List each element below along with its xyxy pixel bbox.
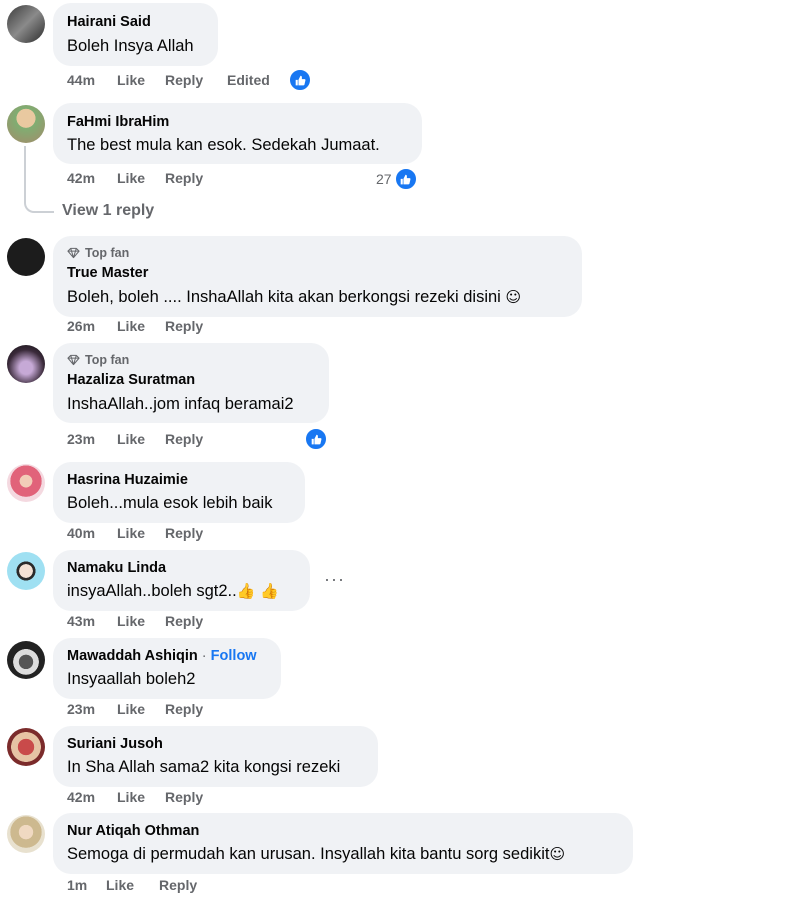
comment-bubble: Hasrina Huzaimie Boleh...mula esok lebih… <box>53 462 305 523</box>
comment-bubble: Mawaddah Ashiqin · Follow Insyaallah bol… <box>53 638 281 699</box>
top-fan-badge: Top fan <box>67 245 568 261</box>
reaction-count[interactable] <box>305 428 327 450</box>
reaction-number: 27 <box>376 171 392 187</box>
comment-time[interactable]: 26m <box>67 318 117 334</box>
comment-time[interactable]: 43m <box>67 613 117 629</box>
reply-button[interactable]: Reply <box>165 613 227 629</box>
comment-actions: 42m Like Reply <box>67 170 227 186</box>
comment-text: The best mula kan esok. Sedekah Jumaat. <box>67 136 380 154</box>
thumbs-up-emoji: 👍 👍 <box>236 582 279 600</box>
reply-button[interactable]: Reply <box>159 877 221 893</box>
comment-actions: 44m Like Reply Edited <box>67 72 287 88</box>
comment-text: Boleh, boleh .... InshaAllah kita akan b… <box>67 286 568 308</box>
separator-dot: · <box>197 648 211 664</box>
smile-emoji: ☺ <box>505 288 522 306</box>
reply-button[interactable]: Reply <box>165 170 227 186</box>
comment-text-body: Boleh, boleh .... InshaAllah kita akan b… <box>67 288 501 306</box>
top-fan-label: Top fan <box>85 246 130 260</box>
reply-button[interactable]: Reply <box>165 318 227 334</box>
comment-bubble: Hairani Said Boleh Insya Allah <box>53 3 218 66</box>
edited-label[interactable]: Edited <box>227 72 287 88</box>
avatar[interactable] <box>7 641 45 679</box>
comment-time[interactable]: 42m <box>67 789 117 805</box>
like-button[interactable]: Like <box>117 170 165 186</box>
comment-time[interactable]: 23m <box>67 431 117 447</box>
comment-time[interactable]: 1m <box>67 877 106 893</box>
like-thumb-icon <box>305 428 327 450</box>
top-fan-label: Top fan <box>85 353 130 367</box>
comment-author[interactable]: Suriani Jusoh <box>67 735 364 753</box>
like-button[interactable]: Like <box>117 789 165 805</box>
reaction-count[interactable]: 27 <box>376 168 417 190</box>
comment-actions: 23m Like Reply <box>67 431 227 447</box>
thread-line <box>24 146 54 213</box>
reply-button[interactable]: Reply <box>165 431 227 447</box>
comment-text: Boleh...mula esok lebih baik <box>67 494 273 512</box>
view-replies-link[interactable]: View 1 reply <box>62 202 154 220</box>
like-thumb-icon <box>394 168 417 190</box>
comment-bubble: Namaku Linda insyaAllah..boleh sgt2..👍 👍 <box>53 550 310 611</box>
comment-time[interactable]: 40m <box>67 525 117 541</box>
avatar[interactable] <box>7 815 45 853</box>
comment-author[interactable]: Hairani Said <box>67 13 204 31</box>
like-button[interactable]: Like <box>117 613 165 629</box>
like-button[interactable]: Like <box>106 877 159 893</box>
follow-button[interactable]: Follow <box>211 648 257 664</box>
comment-author[interactable]: Mawaddah Ashiqin <box>67 648 198 664</box>
comment-actions: 42m Like Reply <box>67 789 227 805</box>
avatar[interactable] <box>7 238 45 276</box>
comment-time[interactable]: 44m <box>67 72 117 88</box>
comment-author-line: Mawaddah Ashiqin · Follow <box>67 647 267 665</box>
comment-bubble: Top fan True Master Boleh, boleh .... In… <box>53 236 582 317</box>
more-dots-icon[interactable]: ··· <box>324 569 345 590</box>
comment-text: InshaAllah..jom infaq beramai2 <box>67 395 294 413</box>
comment-time[interactable]: 42m <box>67 170 117 186</box>
avatar[interactable] <box>7 105 45 143</box>
comment-author[interactable]: True Master <box>67 264 568 282</box>
avatar[interactable] <box>7 345 45 383</box>
like-button[interactable]: Like <box>117 701 165 717</box>
comment-bubble: Suriani Jusoh In Sha Allah sama2 kita ko… <box>53 726 378 787</box>
comment-actions: 40m Like Reply <box>67 525 227 541</box>
comment-text: Insyaallah boleh2 <box>67 670 196 688</box>
diamond-icon <box>67 354 80 366</box>
like-button[interactable]: Like <box>117 431 165 447</box>
reply-button[interactable]: Reply <box>165 701 227 717</box>
avatar[interactable] <box>7 728 45 766</box>
top-fan-badge: Top fan <box>67 352 315 368</box>
smile-emoji: ☺ <box>549 845 566 863</box>
comment-text-body: Semoga di permudah kan urusan. Insyallah… <box>67 845 550 863</box>
comment-actions: 1m Like Reply <box>67 877 221 893</box>
comment-author[interactable]: Namaku Linda <box>67 559 296 577</box>
comment-author[interactable]: Hazaliza Suratman <box>67 371 315 389</box>
reply-button[interactable]: Reply <box>165 525 227 541</box>
comment-actions: 23m Like Reply <box>67 701 227 717</box>
comment-text: insyaAllah..boleh sgt2..👍 👍 <box>67 580 296 602</box>
comment-author[interactable]: Nur Atiqah Othman <box>67 822 619 840</box>
reply-button[interactable]: Reply <box>165 72 227 88</box>
like-thumb-icon <box>289 69 311 91</box>
reaction-count[interactable] <box>289 69 311 91</box>
like-button[interactable]: Like <box>117 318 165 334</box>
comment-text-body: insyaAllah..boleh sgt2.. <box>67 582 237 600</box>
comment-actions: 43m Like Reply <box>67 613 227 629</box>
like-button[interactable]: Like <box>117 525 165 541</box>
comment-actions: 26m Like Reply <box>67 318 227 334</box>
avatar[interactable] <box>7 552 45 590</box>
comment-time[interactable]: 23m <box>67 701 117 717</box>
reply-button[interactable]: Reply <box>165 789 227 805</box>
comment-text: In Sha Allah sama2 kita kongsi rezeki <box>67 758 341 776</box>
like-button[interactable]: Like <box>117 72 165 88</box>
comment-bubble: Top fan Hazaliza Suratman InshaAllah..jo… <box>53 343 329 423</box>
avatar[interactable] <box>7 464 45 502</box>
comment-text: Semoga di permudah kan urusan. Insyallah… <box>67 843 619 865</box>
comment-bubble: Nur Atiqah Othman Semoga di permudah kan… <box>53 813 633 874</box>
avatar[interactable] <box>7 5 45 43</box>
comment-text: Boleh Insya Allah <box>67 37 194 55</box>
diamond-icon <box>67 247 80 259</box>
comment-author[interactable]: FaHmi IbraHim <box>67 113 408 131</box>
comment-author[interactable]: Hasrina Huzaimie <box>67 471 291 489</box>
comment-bubble: FaHmi IbraHim The best mula kan esok. Se… <box>53 103 422 164</box>
